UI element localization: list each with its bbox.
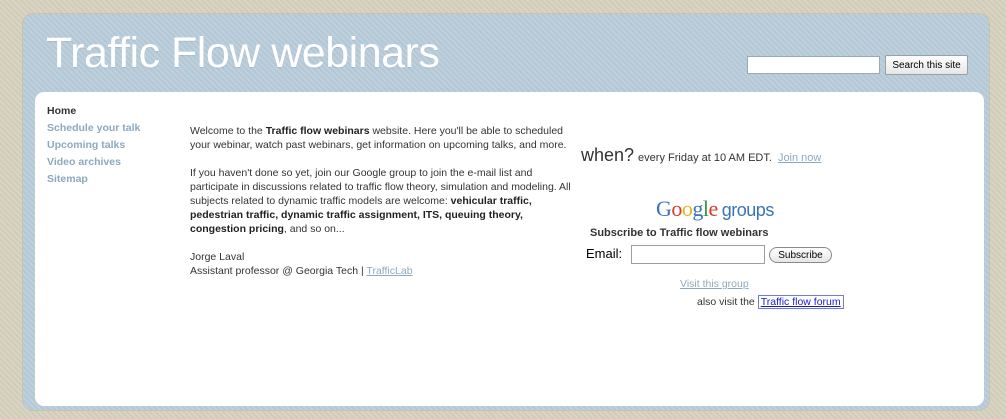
subscribe-heading: Subscribe to Traffic flow webinars xyxy=(590,227,769,239)
email-label: Email: xyxy=(586,246,623,261)
group-suffix: , and so on... xyxy=(283,223,345,235)
when-heading: when? xyxy=(581,145,635,165)
visit-group-link[interactable]: Visit this group xyxy=(680,278,749,290)
google-letter-0: G xyxy=(656,196,672,221)
sidebar-item-upcoming-talks[interactable]: Upcoming talks xyxy=(47,137,140,154)
join-now-link[interactable]: Join now xyxy=(778,152,821,164)
subscribe-button[interactable]: Subscribe xyxy=(769,247,832,263)
sidebar-item-sitemap[interactable]: Sitemap xyxy=(47,171,140,188)
signature: Jorge Laval Assistant professor @ Georgi… xyxy=(190,250,578,278)
search-button[interactable]: Search this site xyxy=(885,55,968,75)
intro-paragraph: Welcome to the Traffic flow webinars web… xyxy=(190,124,578,152)
sidebar-item-video-archives[interactable]: Video archives xyxy=(47,154,140,171)
google-groups-logo[interactable]: Google groups xyxy=(656,196,774,222)
sidebar-item-home[interactable]: Home xyxy=(47,103,140,120)
signature-title: Assistant professor @ Georgia Tech | xyxy=(190,265,367,277)
email-field[interactable] xyxy=(631,245,765,264)
search-input[interactable] xyxy=(747,56,880,74)
groups-word: groups xyxy=(721,200,775,220)
trafficlab-link[interactable]: TrafficLab xyxy=(366,265,412,277)
main-content: Welcome to the Traffic flow webinars web… xyxy=(190,124,578,278)
intro-prefix: Welcome to the xyxy=(190,125,266,137)
signature-name: Jorge Laval xyxy=(190,251,245,263)
forum-line: also visit the Traffic flow forum xyxy=(697,295,844,309)
sidebar-nav: Home Schedule your talk Upcoming talks V… xyxy=(47,103,140,188)
forum-prefix: also visit the xyxy=(697,296,758,308)
site-title[interactable]: Traffic Flow webinars xyxy=(46,29,440,78)
google-wordmark: Google xyxy=(656,196,718,221)
google-letter-5: e xyxy=(708,196,719,221)
google-letter-2: o xyxy=(681,196,693,221)
traffic-flow-forum-link[interactable]: Traffic flow forum xyxy=(757,295,844,309)
google-letter-1: o xyxy=(671,196,682,221)
when-schedule: every Friday at 10 AM EDT. xyxy=(638,152,772,164)
group-paragraph: If you haven't done so yet, join our Goo… xyxy=(190,166,578,236)
intro-site-name: Traffic flow webinars xyxy=(265,125,370,137)
when-line: when? every Friday at 10 AM EDT. Join now xyxy=(581,145,821,166)
google-letter-3: g xyxy=(692,196,703,221)
sidebar-item-schedule-your-talk[interactable]: Schedule your talk xyxy=(47,120,140,137)
